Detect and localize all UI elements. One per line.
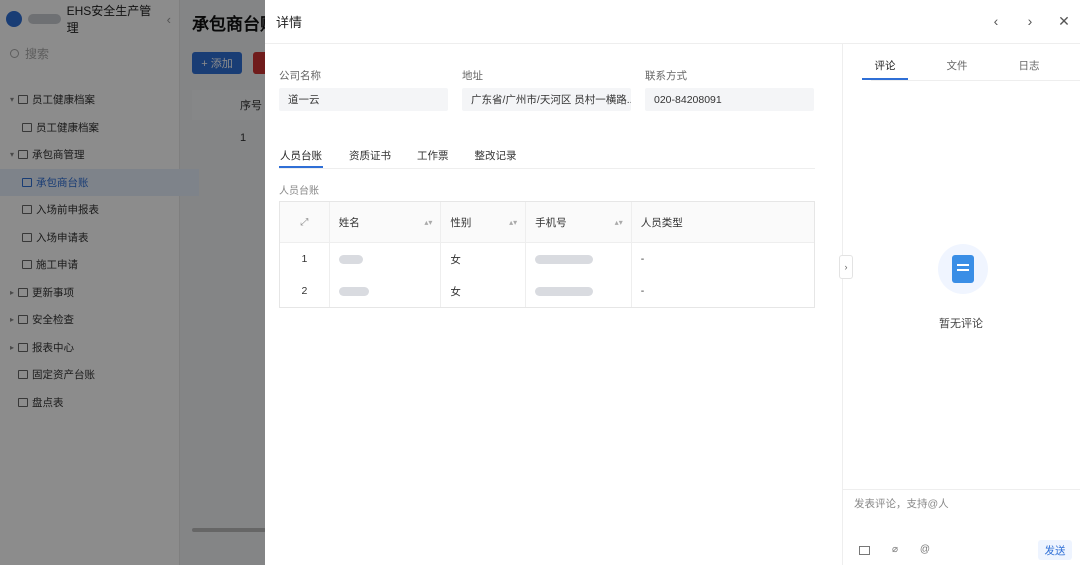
- row-index: 2: [280, 275, 330, 307]
- expand-icon[interactable]: ⤢: [300, 217, 308, 228]
- personnel-table: ⤢ 姓名 ▴▾ 性别 ▴▾ 手机号 ▴▾ 人员类型 1 女 - 2 女 -: [279, 201, 815, 308]
- company-name-value: 道一云: [279, 88, 448, 111]
- side-panel: 评论 文件 日志 暂无评论 ⌀ @ 发送: [843, 44, 1080, 565]
- close-icon[interactable]: ✕: [1056, 12, 1072, 30]
- tab-personnel-ledger[interactable]: 人员台账: [279, 144, 323, 168]
- tab-work-tickets[interactable]: 工作票: [417, 144, 449, 168]
- tab-qualifications[interactable]: 资质证书: [349, 144, 391, 168]
- field-label: 地址: [462, 70, 483, 82]
- column-header-name[interactable]: 姓名 ▴▾: [330, 202, 442, 242]
- table-row[interactable]: 2 女 -: [280, 275, 814, 307]
- detail-main-pane: 公司名称 道一云 地址 广东省/广州市/天河区 员村一横路... 联系方式 02…: [265, 44, 843, 565]
- column-header-type[interactable]: 人员类型: [632, 202, 814, 242]
- tabs-divider: [279, 168, 815, 169]
- blurred-name: [338, 254, 363, 264]
- empty-comments-text: 暂无评论: [939, 318, 983, 330]
- info-fields: 公司名称 道一云 地址 广东省/广州市/天河区 员村一横路... 联系方式 02…: [279, 68, 814, 111]
- name-cell: [330, 243, 442, 275]
- comment-composer: ⌀ @ 发送: [843, 489, 1080, 565]
- drawer-title: 详情: [276, 15, 303, 30]
- attachment-icon[interactable]: ⌀: [889, 544, 901, 556]
- drawer-header-actions: ‹ › ✕: [988, 12, 1072, 30]
- address-field: 地址 广东省/广州市/天河区 员村一横路...: [462, 68, 631, 111]
- drawer-header: 详情 ‹ › ✕: [265, 0, 1080, 44]
- image-glyph: [859, 546, 870, 555]
- detail-tabs: 人员台账 资质证书 工作票 整改记录: [279, 144, 517, 168]
- sort-icon[interactable]: ▴▾: [424, 218, 432, 226]
- contact-field: 联系方式 020-84208091: [645, 68, 814, 111]
- column-label: 性别: [450, 216, 472, 229]
- column-label: 人员类型: [640, 216, 683, 229]
- phone-cell: [526, 275, 632, 307]
- side-tabs: 评论 文件 日志: [862, 58, 1043, 80]
- type-cell: -: [640, 285, 645, 297]
- row-index: 1: [280, 243, 330, 275]
- mention-icon[interactable]: @: [919, 544, 931, 556]
- tab-logs[interactable]: 日志: [1015, 58, 1043, 80]
- name-cell: [330, 275, 442, 307]
- column-header-gender[interactable]: 性别 ▴▾: [441, 202, 527, 242]
- section-label: 人员台账: [279, 186, 319, 197]
- chevron-left-icon[interactable]: ‹: [988, 12, 1004, 30]
- detail-drawer: 详情 ‹ › ✕ 公司名称 道一云 地址 广东省/广州市/天河区 员村一横路..…: [265, 0, 1080, 565]
- comment-input[interactable]: [854, 498, 1074, 510]
- sort-icon[interactable]: ▴▾: [509, 218, 517, 226]
- table-row[interactable]: 1 女 -: [280, 243, 814, 275]
- side-tabs-divider: [871, 80, 1080, 81]
- image-icon[interactable]: [859, 544, 871, 556]
- column-label: 手机号: [535, 216, 567, 229]
- type-cell: -: [640, 253, 645, 265]
- company-name-field: 公司名称 道一云: [279, 68, 448, 111]
- table-header: ⤢ 姓名 ▴▾ 性别 ▴▾ 手机号 ▴▾ 人员类型: [280, 202, 814, 243]
- blurred-phone: [535, 286, 594, 296]
- gender-cell: 女: [441, 275, 527, 307]
- contact-value: 020-84208091: [645, 88, 814, 111]
- phone-cell: [526, 243, 632, 275]
- comment-tools: ⌀ @: [859, 544, 931, 556]
- column-label: 姓名: [338, 216, 360, 229]
- blurred-name: [338, 286, 369, 296]
- column-header-phone[interactable]: 手机号 ▴▾: [526, 202, 632, 242]
- blurred-phone: [535, 254, 594, 264]
- tab-comments[interactable]: 评论: [862, 58, 908, 80]
- tab-files[interactable]: 文件: [943, 58, 971, 80]
- sort-icon[interactable]: ▴▾: [615, 218, 623, 226]
- tab-rectification-records[interactable]: 整改记录: [475, 144, 517, 168]
- send-button[interactable]: 发送: [1038, 540, 1072, 560]
- document-icon: [952, 255, 974, 283]
- expand-column-header[interactable]: ⤢: [280, 202, 330, 242]
- field-label: 公司名称: [279, 70, 321, 82]
- gender-cell: 女: [441, 243, 527, 275]
- chevron-right-icon[interactable]: ›: [1022, 12, 1038, 30]
- empty-state-icon-wrap: [938, 244, 988, 294]
- address-value: 广东省/广州市/天河区 员村一横路...: [462, 88, 631, 111]
- field-label: 联系方式: [645, 70, 687, 82]
